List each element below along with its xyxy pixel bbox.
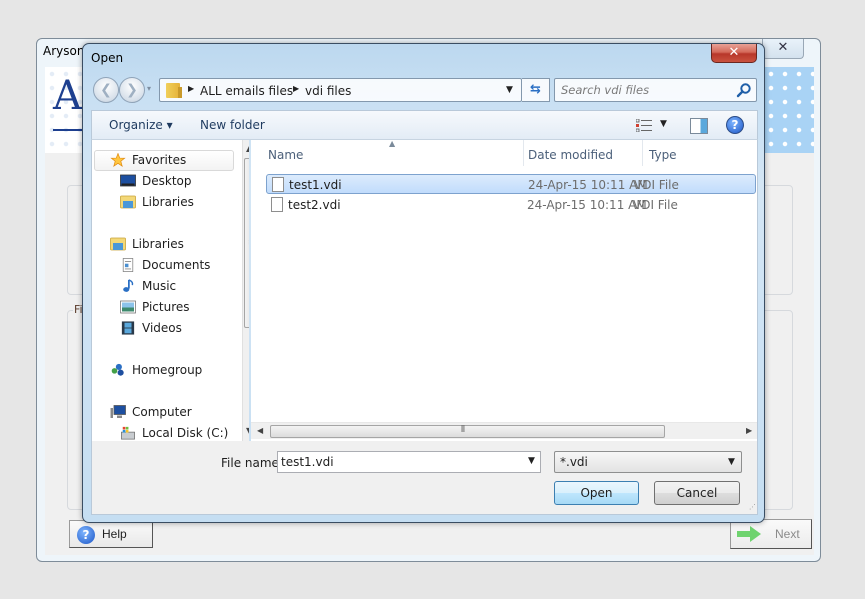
breadcrumb-separator[interactable]: ▶ — [188, 84, 194, 93]
file-name-combobox[interactable]: ▼ — [277, 451, 541, 473]
scrollbar-thumb[interactable]: ⦀ — [270, 425, 665, 438]
file-name-dropdown-icon[interactable]: ▼ — [528, 456, 535, 466]
sort-ascending-icon: ▲ — [389, 140, 396, 148]
libraries-icon — [120, 195, 136, 209]
navigation-vertical-scrollbar[interactable]: ▲ ≡ ▼ — [242, 140, 249, 441]
scroll-down-arrow-icon[interactable]: ▼ — [246, 426, 249, 435]
file-name: test2.vdi — [288, 198, 341, 212]
nav-item-label: Local Disk (C:) — [142, 426, 229, 440]
column-header-date-modified[interactable]: Date modified — [528, 148, 613, 162]
nav-item-label: Music — [142, 279, 177, 293]
navigation-pane: Favorites Desktop Libraries Libraries Do… — [91, 140, 249, 441]
refresh-button[interactable]: ⇆ — [522, 78, 550, 102]
documents-icon — [122, 258, 134, 272]
scrollbar-thumb[interactable]: ≡ — [244, 158, 249, 328]
scroll-right-arrow-icon[interactable]: ▶ — [746, 426, 752, 435]
homegroup-icon — [111, 363, 124, 376]
file-name-label: File name: — [221, 456, 283, 470]
file-list: ▲ Name Date modified Type test1.vdi 24-A… — [251, 140, 758, 441]
command-bar: Organize ▾ New folder ▼ ? — [91, 110, 758, 140]
nav-item-label: Favorites — [132, 153, 187, 167]
scroll-left-arrow-icon[interactable]: ◀ — [257, 426, 263, 435]
help-icon[interactable]: ? — [726, 116, 744, 134]
nav-item-label: Pictures — [142, 300, 190, 314]
file-type: VDI File — [634, 178, 679, 192]
nav-item-label: Libraries — [132, 237, 184, 251]
file-type: VDI File — [633, 198, 678, 212]
column-header-type[interactable]: Type — [649, 148, 677, 162]
file-type-value: *.vdi — [560, 455, 588, 469]
help-button[interactable]: ? Help — [69, 520, 153, 548]
arrow-right-icon — [737, 526, 761, 542]
file-date: 24-Apr-15 10:11 AM — [527, 198, 647, 212]
music-icon — [123, 279, 134, 292]
breadcrumb-all-emails-files[interactable]: ALL emails files — [200, 84, 293, 98]
file-icon — [271, 197, 283, 212]
local-disk-icon — [121, 426, 135, 440]
scrollbar-grip-icon: ⦀ — [461, 425, 465, 435]
file-date: 24-Apr-15 10:11 AM — [528, 178, 648, 192]
file-type-dropdown-icon[interactable]: ▼ — [728, 457, 735, 467]
recent-locations-dropdown[interactable]: ▾ — [147, 84, 151, 93]
open-file-dialog: Open ✕ ❮ ❯ ▾ ▶ ALL emails files ▶ vdi fi… — [82, 43, 765, 523]
column-header-name[interactable]: Name — [268, 148, 303, 162]
back-button[interactable]: ❮ — [93, 77, 119, 103]
open-button[interactable]: Open — [554, 481, 639, 505]
column-headers: ▲ Name Date modified Type — [251, 140, 757, 166]
nav-item-label: Videos — [142, 321, 182, 335]
computer-icon — [110, 405, 126, 418]
libraries-icon — [110, 237, 126, 251]
help-label: Help — [102, 527, 127, 541]
logo-underline — [53, 129, 83, 131]
window-close-button[interactable]: ✕ — [762, 39, 804, 59]
breadcrumb-separator[interactable]: ▶ — [293, 84, 299, 93]
new-folder-button[interactable]: New folder — [200, 118, 265, 132]
preview-pane-icon[interactable] — [690, 118, 708, 134]
star-icon — [110, 153, 126, 167]
desktop-icon — [120, 174, 136, 187]
scrollbar-grip-icon: ≡ — [248, 239, 249, 248]
file-icon — [272, 177, 284, 192]
cancel-button[interactable]: Cancel — [654, 481, 740, 505]
file-type-select[interactable]: *.vdi ▼ — [554, 451, 742, 473]
breadcrumb-vdi-files[interactable]: vdi files — [305, 84, 351, 98]
dialog-title: Open — [91, 51, 124, 65]
videos-icon — [121, 321, 135, 335]
search-icon[interactable] — [736, 82, 752, 98]
change-view-icon[interactable] — [636, 119, 652, 132]
window-title: Aryson — [43, 44, 85, 58]
next-label: Next — [775, 527, 800, 541]
app-logo: A — [53, 73, 82, 119]
nav-item-label: Documents — [142, 258, 211, 272]
address-history-dropdown[interactable]: ▼ — [506, 85, 513, 95]
nav-item-label: Computer — [132, 405, 192, 419]
file-name: test1.vdi — [289, 178, 342, 192]
help-icon: ? — [77, 526, 95, 544]
folder-icon — [166, 83, 182, 98]
nav-item-label: Homegroup — [132, 363, 203, 377]
address-bar[interactable]: ▶ ALL emails files ▶ vdi files ▼ — [159, 78, 522, 102]
file-list-horizontal-scrollbar[interactable]: ◀ ⦀ ▶ — [251, 422, 757, 439]
file-row[interactable]: test2.vdi 24-Apr-15 10:11 AM VDI File — [266, 195, 756, 215]
nav-item-label: Desktop — [142, 174, 192, 188]
nav-item-label: Libraries — [142, 195, 194, 209]
column-divider[interactable] — [642, 140, 643, 166]
scroll-up-arrow-icon[interactable]: ▲ — [246, 144, 249, 153]
column-divider[interactable] — [523, 140, 524, 166]
file-row[interactable]: test1.vdi 24-Apr-15 10:11 AM VDI File — [266, 174, 756, 194]
organize-button[interactable]: Organize ▾ — [109, 118, 173, 132]
pictures-icon — [120, 300, 136, 314]
dialog-footer: File name: ▼ *.vdi ▼ Open Cancel ⋰ — [91, 441, 758, 515]
views-dropdown[interactable]: ▼ — [660, 119, 667, 129]
search-box[interactable] — [554, 78, 757, 102]
dialog-close-button[interactable]: ✕ — [711, 44, 757, 63]
forward-button[interactable]: ❯ — [119, 77, 145, 103]
resize-grip-icon[interactable]: ⋰ — [749, 503, 756, 511]
search-input[interactable] — [561, 82, 731, 98]
file-name-input[interactable] — [281, 454, 511, 470]
next-button[interactable]: Next — [730, 519, 812, 549]
